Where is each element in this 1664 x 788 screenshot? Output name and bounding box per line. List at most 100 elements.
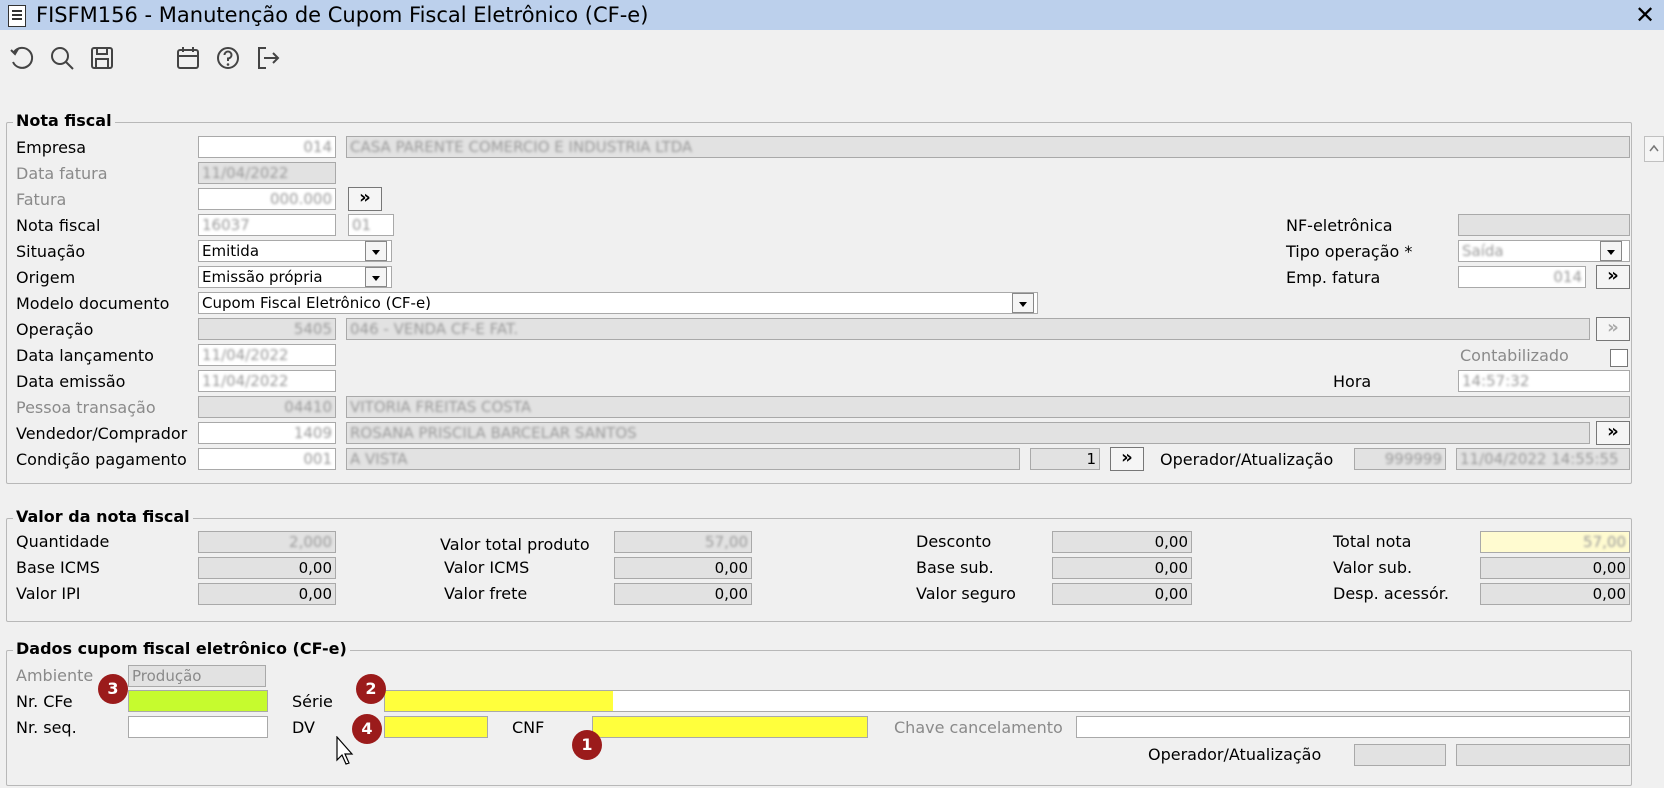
origem-select[interactable]: Emissão própria <box>198 266 392 288</box>
scrollbar-up-button[interactable] <box>1644 136 1664 162</box>
valor-icms-label: Valor ICMS <box>444 558 530 577</box>
calendar-icon[interactable] <box>174 44 202 72</box>
base-icms-field: 0,00 <box>198 557 336 579</box>
base-sub-label: Base sub. <box>916 558 994 577</box>
modelo-documento-select[interactable]: Cupom Fiscal Eletrônico (CF-e) <box>198 292 1038 314</box>
annotation-badge-1: 1 <box>572 730 602 760</box>
data-emissao-label: Data emissão <box>16 372 126 391</box>
operador-data-field: 11/04/2022 14:55:55 <box>1456 448 1630 470</box>
valor-nota-title: Valor da nota fiscal <box>13 508 193 526</box>
operacao-code-field: 5405 <box>198 318 336 340</box>
valor-total-produto-value: 57,00 <box>705 533 748 551</box>
base-sub-value: 0,00 <box>1154 559 1188 577</box>
fatura-lookup-button[interactable]: » <box>348 187 382 211</box>
dv-field[interactable] <box>384 716 488 738</box>
cfe-title: Dados cupom fiscal eletrônico (CF-e) <box>13 640 350 658</box>
ambiente-value: Produção <box>132 667 202 685</box>
operacao-desc-field: 046 - VENDA CF-E FAT. <box>346 318 1590 340</box>
operacao-label: Operação <box>16 320 94 339</box>
nr-seq-field[interactable] <box>128 716 268 738</box>
annotation-badge-3: 3 <box>98 674 128 704</box>
emp-fatura-field[interactable]: 014 <box>1458 266 1586 288</box>
valor-sub-field: 0,00 <box>1480 557 1630 579</box>
close-button[interactable]: ✕ <box>1630 1 1660 29</box>
chave-cancelamento-field[interactable] <box>1076 716 1630 738</box>
desp-acessor-value: 0,00 <box>1592 585 1626 603</box>
nota-fiscal-value: 16037 <box>202 216 250 234</box>
data-emissao-field[interactable]: 11/04/2022 <box>198 370 336 392</box>
origem-dropdown-icon[interactable] <box>365 267 387 287</box>
emp-fatura-label: Emp. fatura <box>1286 268 1381 287</box>
save-icon[interactable] <box>88 44 116 72</box>
help-icon[interactable] <box>214 44 242 72</box>
window-title: FISFM156 - Manutenção de Cupom Fiscal El… <box>36 3 649 27</box>
pessoa-name-value: VITORIA FREITAS COSTA <box>350 398 532 416</box>
nf-eletronica-field <box>1458 214 1630 236</box>
hora-label: Hora <box>1333 372 1372 391</box>
condicao-desc-field: A VISTA <box>346 448 1020 470</box>
situacao-dropdown-icon[interactable] <box>365 241 387 261</box>
base-sub-field: 0,00 <box>1052 557 1192 579</box>
annotation-badge-4: 4 <box>352 714 382 744</box>
hora-field[interactable]: 14:57:32 <box>1458 370 1630 392</box>
contabilizado-checkbox[interactable] <box>1610 349 1628 367</box>
empresa-name-value: CASA PARENTE COMERCIO E INDUSTRIA LTDA <box>350 138 693 156</box>
serie-field[interactable] <box>384 690 1630 712</box>
exit-icon[interactable] <box>254 44 282 72</box>
data-lancamento-label: Data lançamento <box>16 346 154 365</box>
fatura-label: Fatura <box>16 190 67 209</box>
valor-ipi-label: Valor IPI <box>16 584 81 603</box>
condicao-parcelas-value: 1 <box>1086 450 1096 468</box>
condicao-parcelas-field: 1 <box>1030 448 1100 470</box>
modelo-documento-dropdown-icon[interactable] <box>1012 293 1034 313</box>
hora-value: 14:57:32 <box>1462 372 1530 390</box>
vendedor-code-field[interactable]: 1409 <box>198 422 336 444</box>
tipo-operacao-label: Tipo operação * <box>1286 242 1413 261</box>
situacao-select[interactable]: Emitida <box>198 240 392 262</box>
total-nota-value: 57,00 <box>1583 533 1626 551</box>
vendedor-lookup-button[interactable]: » <box>1596 421 1630 445</box>
desp-acessor-field: 0,00 <box>1480 583 1630 605</box>
fatura-field[interactable]: 000.000 <box>198 188 336 210</box>
valor-seguro-label: Valor seguro <box>916 584 1016 603</box>
chave-cancelamento-label: Chave cancelamento <box>894 718 1063 737</box>
nota-fiscal-title: Nota fiscal <box>13 112 115 130</box>
undo-icon[interactable] <box>8 44 36 72</box>
valor-icms-field: 0,00 <box>614 557 752 579</box>
valor-frete-field: 0,00 <box>614 583 752 605</box>
pessoa-code-field: 04410 <box>198 396 336 418</box>
data-lancamento-value: 11/04/2022 <box>202 346 289 364</box>
cnf-field[interactable] <box>592 716 868 738</box>
cfe-operador-data-field <box>1456 744 1630 766</box>
operador-value: 999999 <box>1384 450 1442 468</box>
modelo-documento-value: Cupom Fiscal Eletrônico (CF-e) <box>202 294 432 312</box>
condicao-lookup-button[interactable]: » <box>1110 447 1144 471</box>
nr-cfe-field[interactable] <box>128 690 268 712</box>
search-icon[interactable] <box>48 44 76 72</box>
pessoa-transacao-label: Pessoa transação <box>16 398 156 417</box>
nota-fiscal-label: Nota fiscal <box>16 216 101 235</box>
cfe-operador-label: Operador/Atualização <box>1148 745 1322 764</box>
condicao-code-field[interactable]: 001 <box>198 448 336 470</box>
ambiente-field: Produção <box>128 665 266 687</box>
dv-label: DV <box>292 718 315 737</box>
tipo-operacao-dropdown-icon[interactable] <box>1600 241 1622 261</box>
condicao-pagamento-label: Condição pagamento <box>16 450 187 469</box>
empresa-code-field[interactable]: 014 <box>198 136 336 158</box>
annotation-badge-2: 2 <box>356 674 386 704</box>
nr-seq-label: Nr. seq. <box>16 718 77 737</box>
origem-value: Emissão própria <box>202 268 323 286</box>
nota-fiscal-serie-field[interactable]: 01 <box>348 214 394 236</box>
data-fatura-field: 11/04/2022 <box>198 162 336 184</box>
valor-icms-value: 0,00 <box>714 559 748 577</box>
valor-seguro-value: 0,00 <box>1154 585 1188 603</box>
operacao-lookup-button[interactable]: » <box>1596 317 1630 341</box>
data-lancamento-field[interactable]: 11/04/2022 <box>198 344 336 366</box>
nota-fiscal-field[interactable]: 16037 <box>198 214 336 236</box>
chevron-up-icon <box>1649 144 1659 152</box>
operador-atualizacao-label: Operador/Atualização <box>1160 450 1334 469</box>
emp-fatura-lookup-button[interactable]: » <box>1596 265 1630 289</box>
modelo-documento-label: Modelo documento <box>16 294 170 313</box>
vendedor-name-value: ROSANA PRISCILA BARCELAR SANTOS <box>350 424 637 442</box>
empresa-name-field: CASA PARENTE COMERCIO E INDUSTRIA LTDA <box>346 136 1630 158</box>
